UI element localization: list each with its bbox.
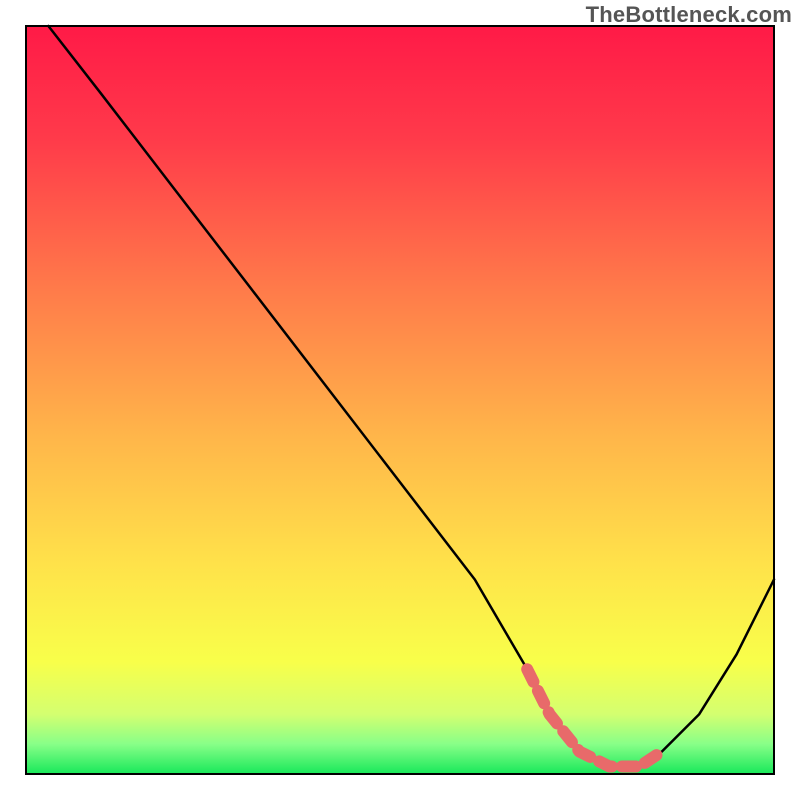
- chart-canvas: TheBottleneck.com: [0, 0, 800, 800]
- chart-svg: [0, 0, 800, 800]
- plot-background: [26, 26, 774, 774]
